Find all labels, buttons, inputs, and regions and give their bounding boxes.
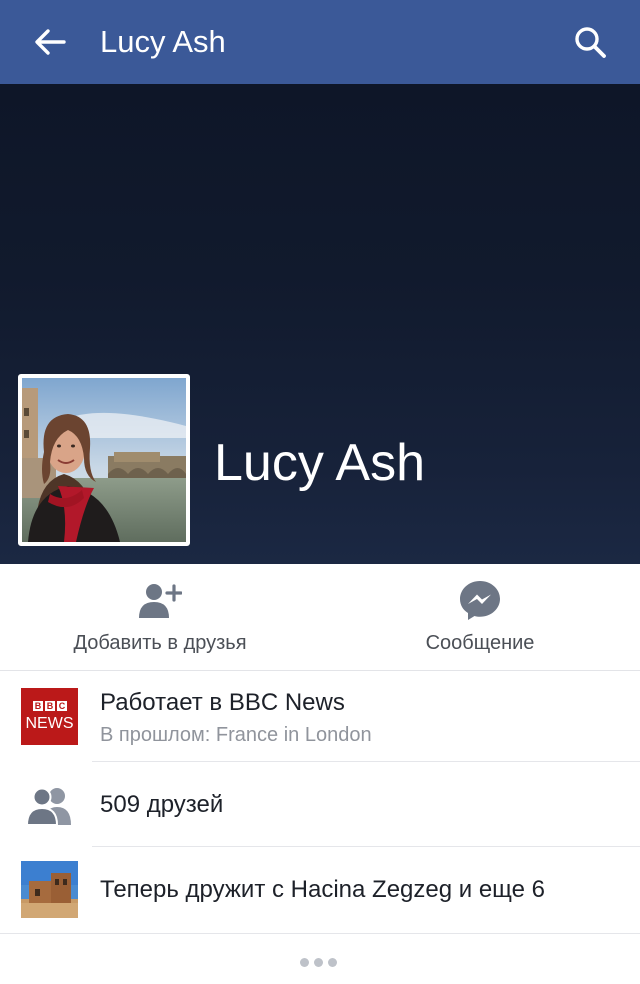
message-button[interactable]: Сообщение [320, 564, 640, 670]
profile-name: Lucy Ash [214, 434, 426, 492]
add-friend-icon [139, 584, 182, 618]
search-button[interactable] [566, 20, 614, 64]
add-friend-button[interactable]: Добавить в друзья [0, 564, 320, 670]
message-label: Сообщение [425, 632, 535, 654]
add-friend-label: Добавить в друзья [73, 632, 247, 654]
friend-photo-thumbnail [21, 861, 78, 918]
messenger-icon [460, 581, 500, 620]
friends-row[interactable]: 509 друзей [0, 762, 640, 846]
app-bar: Lucy Ash [0, 0, 640, 84]
profile-picture[interactable] [18, 374, 190, 546]
profile-actions: Добавить в друзья Сообщение [0, 564, 640, 671]
more-dots-icon[interactable] [300, 956, 340, 968]
profile-screen: Lucy Ash Lucy Ash Добавить в друзья Сооб… [0, 0, 640, 984]
profile-photo-image [22, 378, 186, 542]
work-title: Работает в BBC News [100, 689, 345, 716]
back-button[interactable] [26, 20, 74, 64]
friends-count: 509 друзей [100, 791, 224, 818]
divider [0, 933, 640, 934]
search-icon [575, 27, 606, 58]
arrow-left-icon [35, 29, 66, 55]
new-friends-text: Теперь дружит с Hacina Zegzeg и еще 6 [100, 876, 546, 903]
work-subtitle: В прошлом: France in London [100, 724, 372, 746]
page-title: Lucy Ash [100, 24, 226, 59]
bbc-news-logo: B B C NEWS [21, 688, 78, 745]
new-friends-row[interactable]: Теперь дружит с Hacina Zegzeg и еще 6 [0, 847, 640, 933]
friends-icon [25, 787, 71, 825]
work-row[interactable]: B B C NEWS Работает в BBC News В прошлом… [0, 670, 640, 762]
